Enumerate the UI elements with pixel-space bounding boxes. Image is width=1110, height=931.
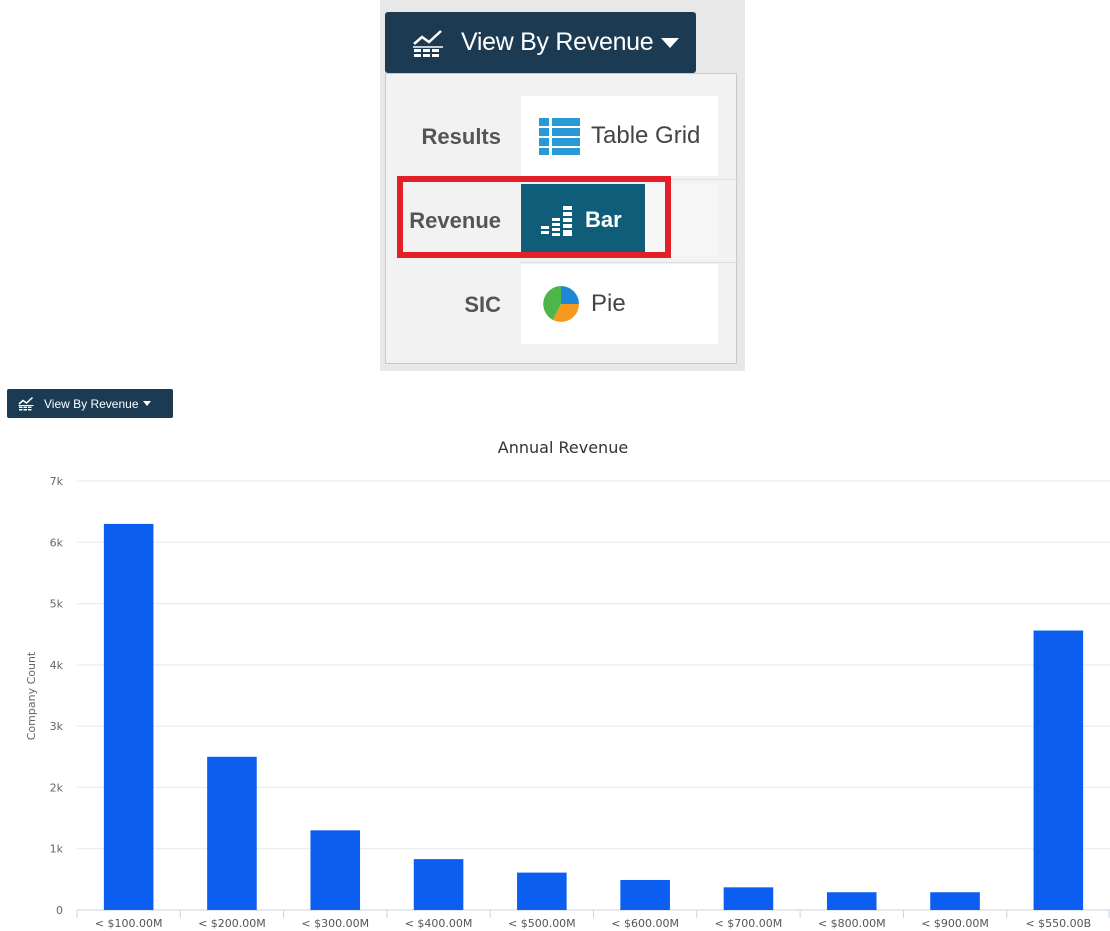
bar[interactable] (826, 892, 877, 910)
bar[interactable] (517, 872, 567, 910)
caret-down-icon (661, 37, 680, 48)
highlight-annotation-box (397, 176, 671, 258)
line-chart-grid-icon (413, 29, 443, 57)
view-by-revenue-button[interactable]: View By Revenue (7, 389, 173, 418)
chart-title: Annual Revenue (498, 438, 628, 457)
bar[interactable] (620, 879, 670, 910)
x-tick-label: < $600.00M (611, 917, 679, 930)
x-tick-label: < $550.00B (1025, 917, 1091, 930)
menu-item-label: Table Grid (591, 122, 701, 149)
y-axis-ticks: 0 1k 2k 3k 4k 5k 6k 7k (50, 475, 64, 917)
x-tick-label: < $700.00M (715, 917, 783, 930)
y-tick-label: 3k (50, 720, 64, 733)
menu-item-label: Pie (591, 290, 626, 317)
x-tick-label: < $400.00M (405, 917, 473, 930)
caret-down-icon (142, 401, 151, 406)
bar[interactable] (723, 887, 774, 910)
bar[interactable] (930, 892, 980, 910)
view-by-revenue-button-zoomed[interactable]: View By Revenue (385, 12, 696, 73)
y-tick-label: 0 (56, 904, 63, 917)
y-axis-label: Company Count (25, 651, 38, 740)
x-tick-label: < $800.00M (818, 917, 886, 930)
annual-revenue-bar-chart: Annual Revenue Company Count 0 1k 2k 3k 4k 5k… (25, 438, 1110, 930)
y-tick-label: 7k (50, 475, 64, 488)
table-grid-icon (539, 118, 580, 155)
x-axis-ticks: < $100.00M < $200.00M < $300.00M < $400.00M… (76, 910, 1110, 930)
y-tick-label: 5k (50, 598, 64, 611)
x-tick-label: < $300.00M (301, 917, 369, 930)
x-tick-label: < $100.00M (95, 917, 163, 930)
menu-item-pie[interactable]: Pie (521, 264, 718, 344)
line-chart-grid-icon (18, 396, 34, 411)
menu-divider (520, 262, 738, 263)
bar[interactable] (413, 859, 464, 910)
row-label-sic: SIC (464, 292, 501, 317)
view-by-button-label: View By Revenue (461, 28, 654, 56)
pie-chart-icon (543, 286, 579, 322)
x-tick-label: < $500.00M (508, 917, 576, 930)
bar[interactable] (1033, 630, 1084, 910)
bar[interactable] (207, 756, 257, 910)
y-tick-label: 2k (50, 781, 64, 794)
view-by-button-label: View By Revenue (44, 396, 139, 411)
bar[interactable] (103, 523, 154, 910)
x-tick-label: < $200.00M (198, 917, 266, 930)
bar[interactable] (310, 830, 361, 910)
y-tick-label: 6k (50, 536, 64, 549)
x-tick-label: < $900.00M (921, 917, 989, 930)
menu-item-table-grid[interactable]: Table Grid (521, 96, 718, 176)
bars (103, 523, 1084, 910)
y-tick-label: 1k (50, 843, 64, 856)
row-label-results: Results (421, 124, 501, 149)
y-tick-label: 4k (50, 659, 64, 672)
